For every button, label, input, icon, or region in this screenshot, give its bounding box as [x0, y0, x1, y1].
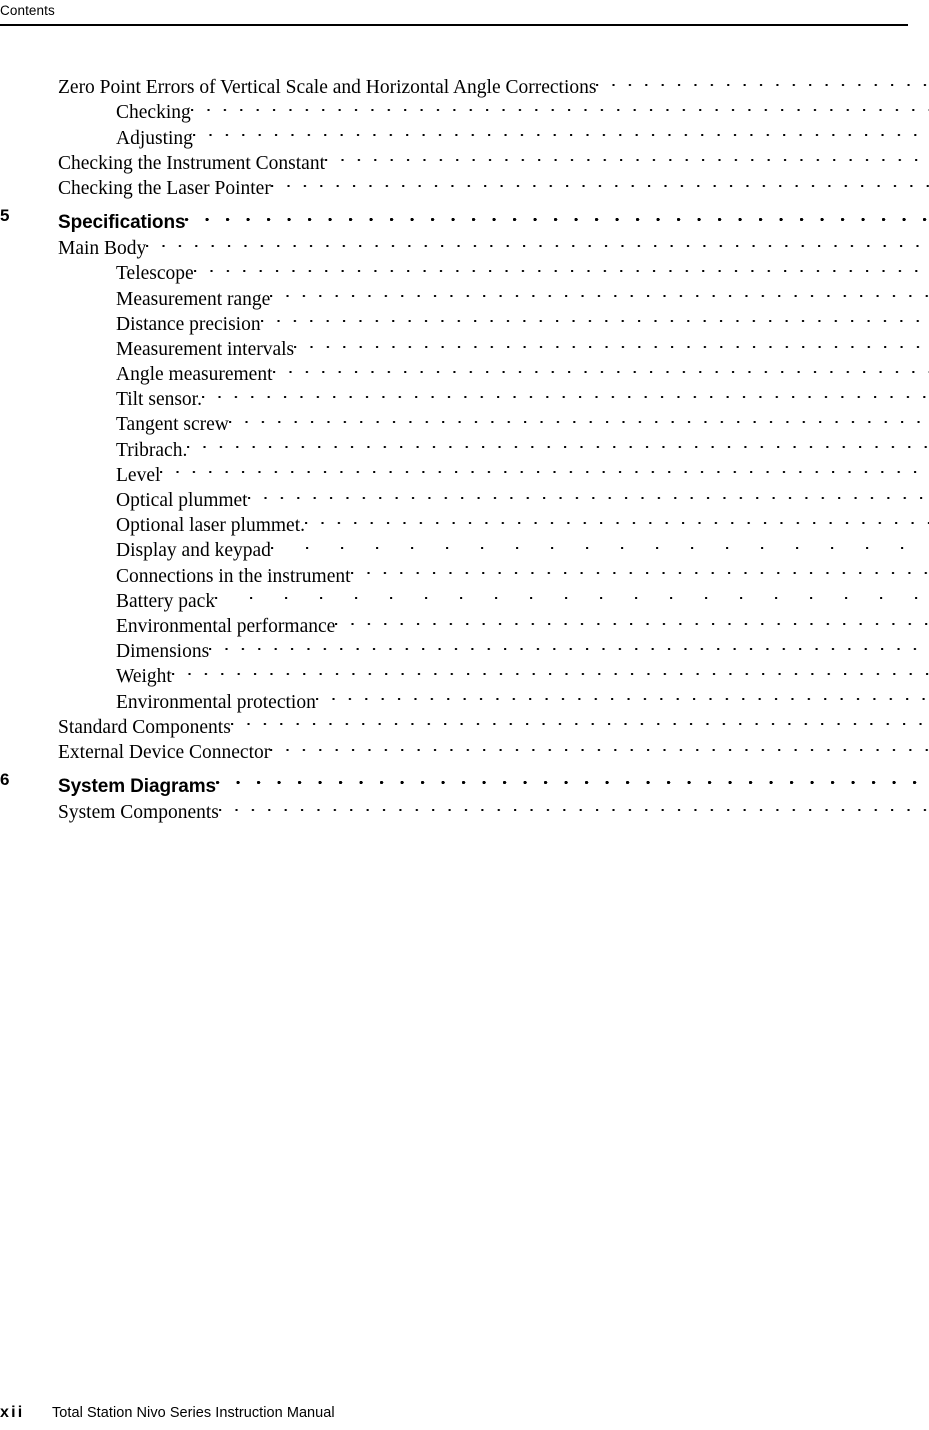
toc-entry[interactable]: Checking the Instrument Constant37	[0, 144, 929, 174]
toc-chapter-number: 6	[0, 769, 10, 789]
toc-entry[interactable]: System Components50	[0, 793, 929, 823]
toc-dot-leader	[315, 682, 929, 707]
toc-entry[interactable]: Main Body40	[0, 229, 929, 259]
toc-dot-leader	[190, 93, 929, 118]
toc-dot-leader	[215, 582, 929, 607]
toc-entry[interactable]: Environmental protection45	[0, 682, 929, 713]
toc-entry[interactable]: Tangent screw43	[0, 405, 929, 435]
toc-entry[interactable]: Checking the Laser Pointer38	[0, 169, 929, 199]
toc-dot-leader	[185, 203, 929, 228]
page-header-title: Contents	[0, 3, 55, 18]
toc-dot-leader	[215, 767, 929, 792]
toc-entry-label: External Device Connector	[58, 741, 271, 763]
toc-entry[interactable]: Weight45	[0, 657, 929, 687]
toc-dot-leader	[272, 355, 929, 380]
toc-entry[interactable]: Adjusting32	[0, 118, 929, 149]
toc-entry[interactable]: Environmental performance44	[0, 607, 929, 637]
header-rule	[0, 24, 908, 27]
toc-entry[interactable]: Tilt sensor.42	[0, 380, 929, 410]
toc-entry[interactable]: Measurement range40	[0, 279, 929, 310]
toc-dot-leader	[270, 531, 929, 556]
page-footer: xii Total Station Nivo Series Instructio…	[0, 1404, 700, 1422]
toc-dot-leader	[260, 305, 929, 330]
toc-entry[interactable]: Distance precision41	[0, 305, 929, 335]
toc-entry-label: System Components	[58, 802, 219, 824]
toc-dot-leader	[270, 279, 929, 304]
toc-entry[interactable]: Optical plummet43	[0, 481, 929, 511]
toc-dot-leader	[247, 481, 929, 506]
toc-entry[interactable]: 6System Diagrams49	[0, 767, 929, 797]
toc-dot-leader	[192, 118, 929, 143]
toc-entry[interactable]: Angle measurement42	[0, 355, 929, 385]
toc-dot-leader	[160, 456, 929, 481]
toc-dot-leader	[146, 229, 929, 254]
toc-entry[interactable]: Optional laser plummet.43	[0, 506, 929, 536]
toc-entry[interactable]: External Device Connector46	[0, 733, 929, 763]
page-header: Contents	[0, 2, 908, 27]
toc-dot-leader	[270, 169, 929, 194]
toc-dot-leader	[230, 708, 929, 733]
toc-dot-leader	[218, 793, 929, 818]
toc-entry[interactable]: Battery pack44	[0, 582, 929, 612]
page-number-folio: xii	[0, 1404, 25, 1421]
toc-dot-leader	[228, 405, 929, 430]
toc-dot-leader	[187, 430, 929, 455]
toc-dot-leader	[270, 733, 929, 758]
toc-dot-leader	[305, 506, 929, 531]
footer-document-title: Total Station Nivo Series Instruction Ma…	[52, 1405, 335, 1421]
toc-entry[interactable]: Measurement intervals42	[0, 330, 929, 360]
toc-dot-leader	[325, 144, 929, 169]
toc-dot-leader	[596, 68, 929, 93]
toc-entry[interactable]: Dimensions44	[0, 632, 929, 662]
toc-dot-leader	[171, 657, 929, 682]
toc-entry[interactable]: Connections in the instrument44	[0, 556, 929, 587]
table-of-contents: Zero Point Errors of Vertical Scale and …	[0, 68, 929, 823]
toc-dot-leader	[350, 556, 929, 581]
toc-entry[interactable]: Level43	[0, 456, 929, 486]
toc-entry[interactable]: Checking31	[0, 93, 929, 123]
toc-dot-leader	[209, 632, 929, 657]
toc-entry[interactable]: Zero Point Errors of Vertical Scale and …	[0, 68, 929, 98]
toc-chapter-number: 5	[0, 205, 10, 225]
toc-dot-leader	[193, 254, 929, 279]
toc-dot-leader	[201, 380, 929, 405]
toc-entry-label: Checking the Laser Pointer	[58, 177, 271, 199]
toc-entry[interactable]: Standard Components46	[0, 708, 929, 738]
toc-entry[interactable]: Display and keypad43	[0, 531, 929, 561]
toc-dot-leader	[335, 607, 929, 632]
toc-entry[interactable]: 5Specifications39	[0, 203, 929, 233]
toc-entry[interactable]: Tribrach.43	[0, 430, 929, 461]
toc-dot-leader	[294, 330, 929, 355]
toc-entry[interactable]: Telescope40	[0, 254, 929, 284]
